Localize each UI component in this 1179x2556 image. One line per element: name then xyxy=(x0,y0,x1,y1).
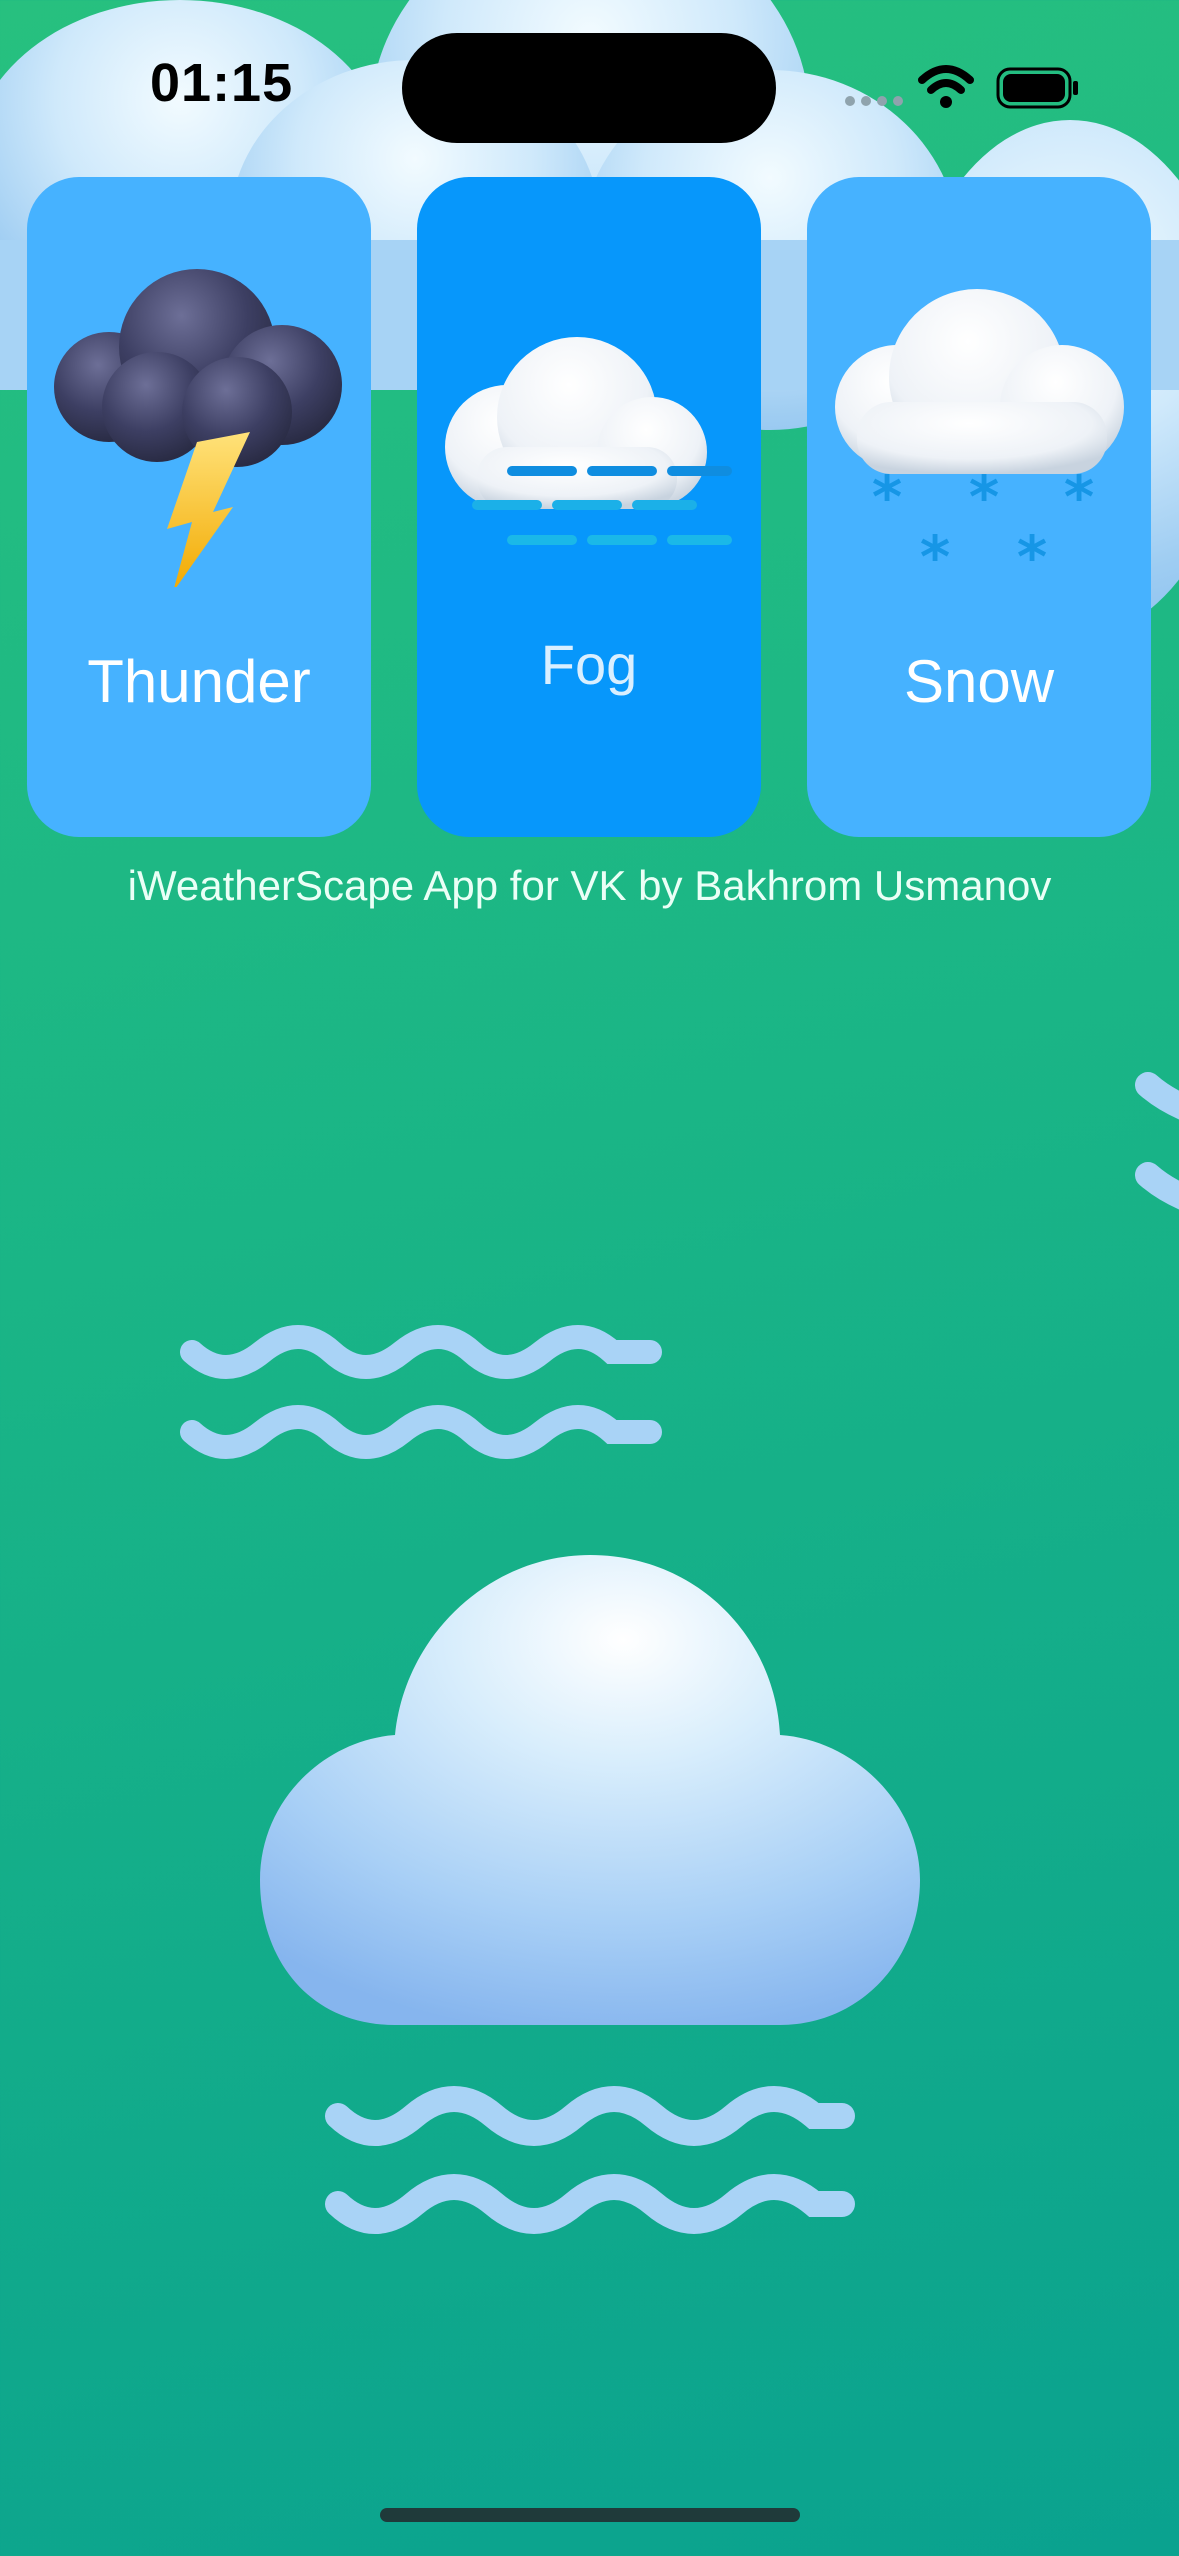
card-label-snow: Snow xyxy=(903,648,1055,715)
thunder-cloud-icon xyxy=(54,269,342,587)
svg-text:*: * xyxy=(1064,463,1094,531)
signal-dots-icon xyxy=(845,96,903,106)
fog-cloud-icon xyxy=(445,337,732,545)
svg-text:*: * xyxy=(969,463,999,531)
weather-card-thunder[interactable]: Thunder xyxy=(27,177,371,837)
weather-card-snow[interactable]: * * * * * Snow xyxy=(807,177,1151,837)
battery-icon xyxy=(996,67,1078,109)
card-label-thunder: Thunder xyxy=(87,648,311,715)
main-cloud-icon xyxy=(260,1555,920,2025)
svg-text:*: * xyxy=(920,523,950,587)
wind-streak-icon xyxy=(1135,1072,1179,1210)
dynamic-island xyxy=(402,33,776,143)
status-time: 01:15 xyxy=(150,53,294,113)
wave-lines-icon-lower xyxy=(325,2086,855,2234)
snow-cloud-icon: * * * * * xyxy=(835,289,1124,587)
card-label-fog: Fog xyxy=(540,633,638,696)
svg-text:*: * xyxy=(1017,523,1047,587)
wifi-icon xyxy=(918,65,974,108)
svg-text:*: * xyxy=(872,463,902,531)
wave-lines-icon xyxy=(180,1325,662,1459)
weather-card-fog[interactable]: Fog xyxy=(417,177,761,837)
home-indicator[interactable] xyxy=(380,2508,800,2522)
credit-text: iWeatherScape App for VK by Bakhrom Usma… xyxy=(127,862,1052,909)
